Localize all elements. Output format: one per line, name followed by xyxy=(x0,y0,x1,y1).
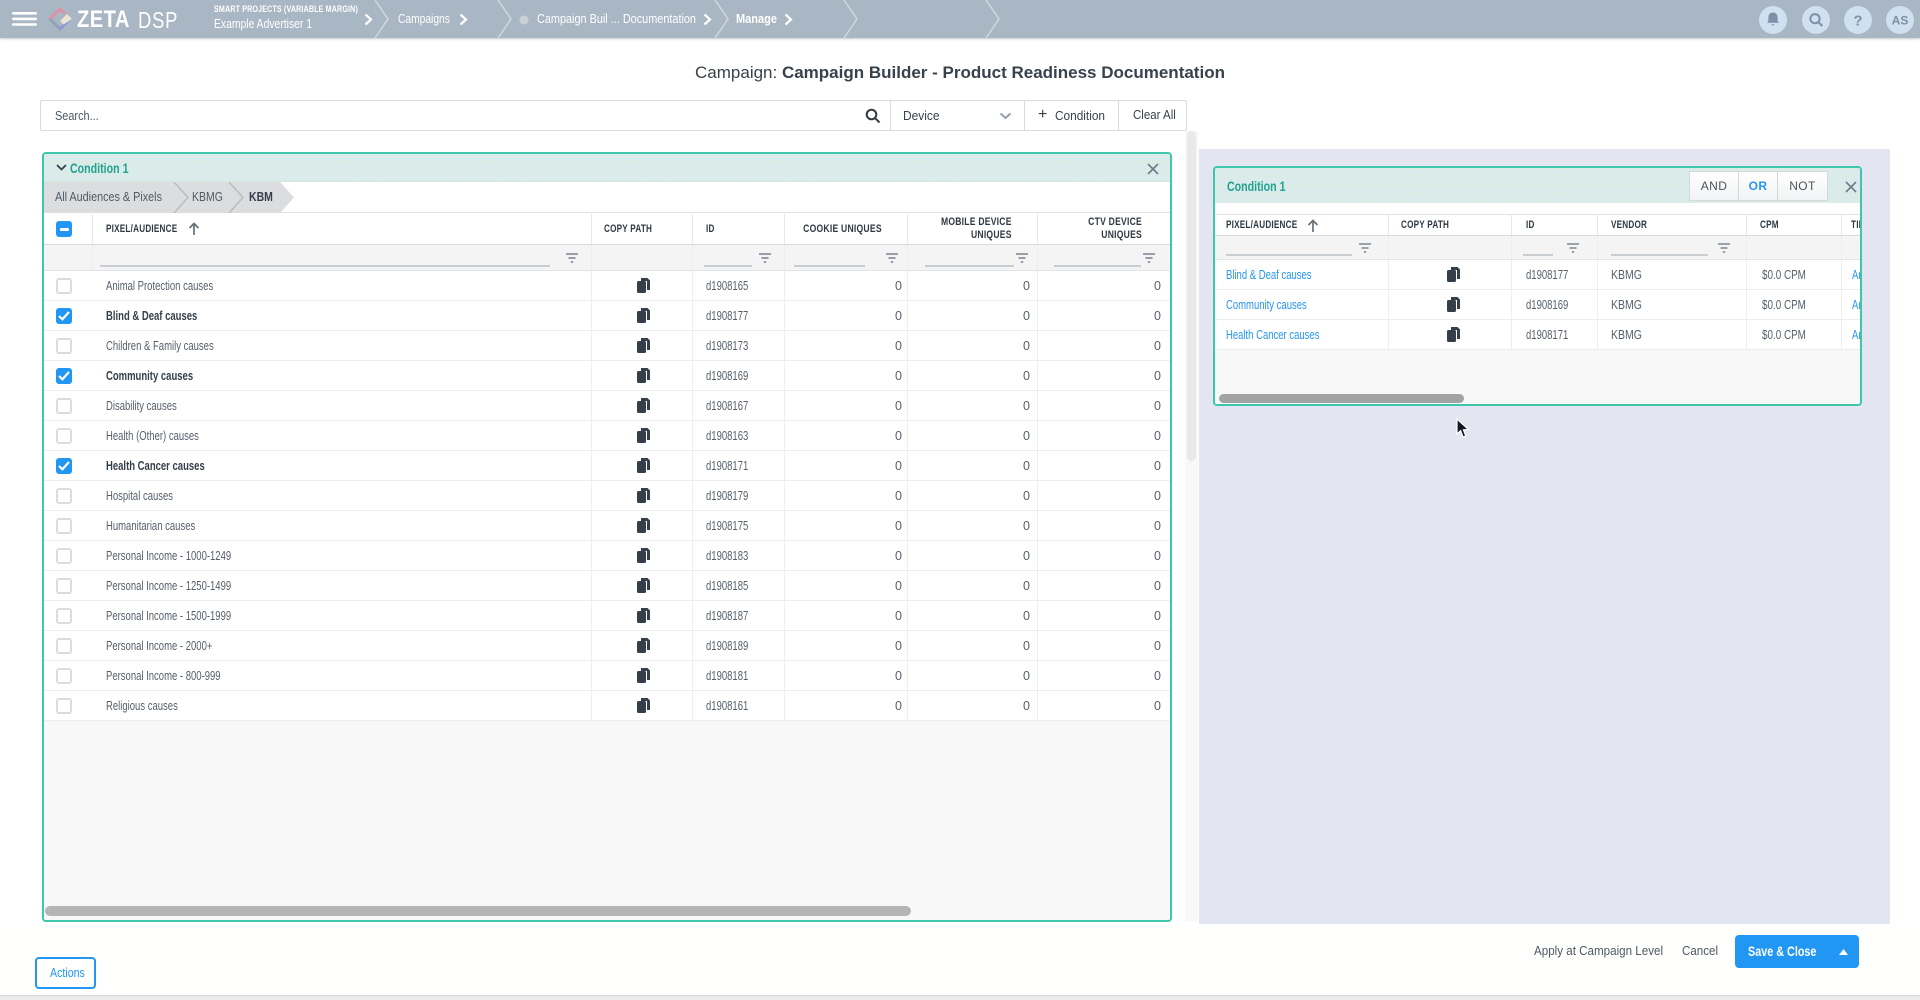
svg-text:?: ? xyxy=(1853,12,1862,29)
svg-text:AS: AS xyxy=(1891,13,1908,27)
